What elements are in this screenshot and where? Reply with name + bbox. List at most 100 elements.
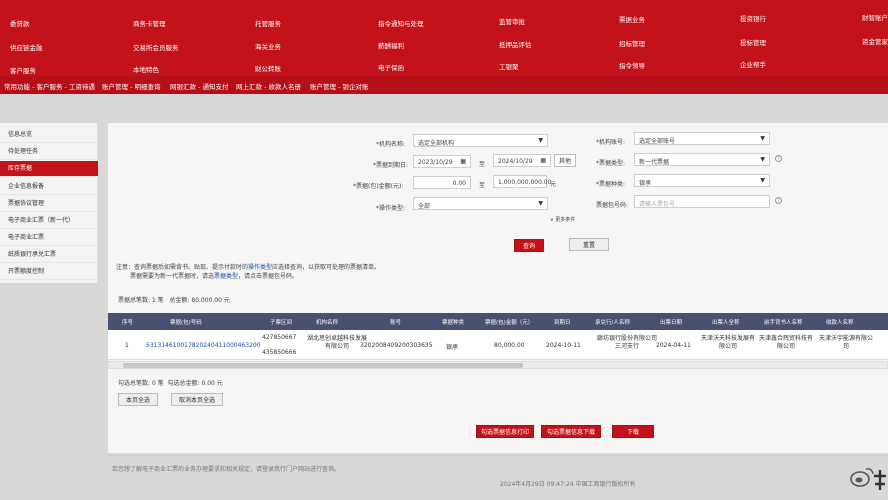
deselect-page-button[interactable]: 取消本页全选 <box>171 393 223 406</box>
operation-type-select[interactable]: 全部 ▼ <box>413 197 548 210</box>
nav-item[interactable]: 投标管理 <box>740 37 766 47</box>
bill-number-link[interactable]: 531314610017820240411000463200 <box>146 342 261 349</box>
bill-kind-select[interactable]: 银承 ▼ <box>634 174 770 187</box>
bill-kind-label: *票据种类: <box>596 181 626 188</box>
chevron-down-icon: ▼ <box>760 177 765 184</box>
nav-item[interactable]: 托管服务 <box>255 18 281 28</box>
help-icon[interactable]: ? <box>775 155 782 162</box>
sidebar-item-enterprise-report[interactable]: 企业信息报备 <box>0 179 98 195</box>
sidebar-item-paper-bills[interactable]: 纸质银行承兑汇票 <box>0 247 98 263</box>
bill-type-value: 新一代票据 <box>639 159 670 166</box>
due-date-to[interactable]: 2024/10/29 ▦ <box>493 154 551 167</box>
quick-link[interactable]: 网银汇款 - 通知支付 <box>170 81 228 91</box>
nav-item[interactable]: 委贷款 <box>10 18 30 28</box>
chevron-down-icon: ▼ <box>538 200 543 207</box>
table-row[interactable]: 1 531314610017820240411000463200 4278506… <box>108 330 888 360</box>
quick-link[interactable]: 网上汇款 - 收款人名册 <box>236 81 301 91</box>
nav-item[interactable]: 交易所会员服务 <box>133 42 179 52</box>
download-selected-info-button[interactable]: 勾选票据信息下载 <box>541 425 601 438</box>
notice-text: 注意：查询票据后如需背书、贴现、提示付款时的 <box>116 264 249 271</box>
quick-link[interactable]: 账户管理 - 明细查询 <box>102 81 160 91</box>
sidebar-item-bill-agreement[interactable]: 票据协议管理 <box>0 196 98 212</box>
footer-note: 若您想了解电子商业汇票的业务办理要求和相关规定，请登录我行门户网站进行查询。 <box>112 466 341 473</box>
help-icon[interactable]: ? <box>775 197 782 204</box>
nav-item[interactable]: 票据业务 <box>619 14 645 24</box>
main-content: *机构名称: 选定全部机构 ▼ *机构账号: 选定全部账号 ▼ *票据到期日: … <box>108 123 888 453</box>
due-date-to-value: 2024/10/29 <box>498 158 533 165</box>
quick-link[interactable]: 常用功能 - 客户服务 - 工资待遇 <box>4 81 95 91</box>
nav-item[interactable]: 客户服务 <box>10 65 36 75</box>
column-header: 票据(包)号码 <box>170 320 202 326</box>
nav-item[interactable]: 工银聚 <box>499 61 519 71</box>
sidebar-item-inventory-bills[interactable]: 库存票据 <box>0 161 98 177</box>
nav-item[interactable]: 本地特色 <box>133 64 159 74</box>
select-page-button[interactable]: 本页全选 <box>118 393 158 406</box>
scrollbar-thumb[interactable] <box>123 363 523 368</box>
column-header: 序号 <box>122 320 134 326</box>
notice-link[interactable]: 票据类型 <box>214 273 238 280</box>
sidebar-item-ecd-new[interactable]: 电子商业汇票（新一代） <box>0 213 98 229</box>
chevron-down-icon: ▼ <box>760 156 765 163</box>
org-select[interactable]: 选定全部机构 ▼ <box>413 134 548 147</box>
nav-item[interactable]: 财公转账 <box>255 63 281 73</box>
org-name-cell: 湖北思创卓越科技发展有限公司 <box>306 335 367 350</box>
row-index: 1 <box>125 342 129 349</box>
column-header: 出票人全称 <box>712 320 740 326</box>
print-selected-button[interactable]: 勾选票据信息打印 <box>476 425 534 438</box>
bill-kind-cell: 银承 <box>446 344 459 351</box>
bill-type-select[interactable]: 新一代票据 ▼ <box>634 153 770 166</box>
acceptor-cell: 廊坊银行股份有限公司三河支行 <box>596 335 657 350</box>
nav-item[interactable]: 监管审批 <box>499 16 525 26</box>
due-date-from[interactable]: 2023/10/29 ▦ <box>413 155 471 168</box>
total-label: 总金额: <box>169 297 190 304</box>
nav-item[interactable]: 指令通知与处理 <box>378 18 424 28</box>
nav-item[interactable]: 电子保函 <box>378 62 404 72</box>
reset-button[interactable]: 重置 <box>569 238 609 251</box>
nav-item[interactable]: 抵押品评估 <box>499 39 532 49</box>
nav-item[interactable]: 供应链金融 <box>10 42 43 52</box>
nav-item[interactable]: 指令领导 <box>619 60 645 70</box>
notice-line-2: 票据需要为新一代票据时，请选票据类型，请点击票据包号码。 <box>130 271 298 280</box>
sidebar: 信息总览 待处理任务 库存票据 企业信息报备 票据协议管理 电子商业汇票（新一代… <box>0 123 98 283</box>
notice-line-1: 注意：查询票据后如需背书、贴现、提示付款时的操作类型应选择查询，以获取可处理的票… <box>116 262 380 271</box>
due-date-from-value: 2023/10/29 <box>418 159 453 166</box>
nav-item[interactable]: 资金管家 <box>862 36 888 46</box>
sidebar-item-limit-control[interactable]: 开票额度控制 <box>0 264 98 280</box>
sidebar-item-overview[interactable]: 信息总览 <box>0 127 98 143</box>
total-value: 80,000.00 元 <box>191 297 230 304</box>
quick-links-bar: 常用功能 - 客户服务 - 工资待遇 账户管理 - 明细查询 网银汇款 - 通知… <box>0 76 888 94</box>
more-conditions-label: 更多条件 <box>555 217 576 223</box>
account-label: *机构账号: <box>596 139 626 146</box>
notice-link[interactable]: 操作类型 <box>248 264 272 271</box>
download-button[interactable]: 下载 <box>612 425 654 438</box>
count-value: 1 笔 <box>151 297 164 304</box>
amount-label: *票据(包)金额(元): <box>353 183 404 190</box>
selected-amount-value: 0.00 元 <box>201 380 223 387</box>
amount-from-input[interactable]: 0.00 <box>413 176 471 189</box>
table-scrollbar[interactable] <box>108 361 888 369</box>
bill-number-input[interactable]: 请输入票包号 <box>634 195 770 208</box>
column-header: 到期日 <box>554 320 571 326</box>
nav-item[interactable]: 企业帮手 <box>740 59 766 69</box>
date-other-button[interactable]: 其他 <box>554 154 576 167</box>
query-button[interactable]: 查询 <box>514 239 544 252</box>
account-select[interactable]: 选定全部账号 ▼ <box>634 132 770 145</box>
notice-text: 应选择查询，以获取可处理的票据清单。 <box>272 264 381 271</box>
nav-item[interactable]: 招标管理 <box>619 38 645 48</box>
nav-item[interactable]: 财智账户 <box>862 12 888 22</box>
nav-item[interactable]: 薪酬福利 <box>378 40 404 50</box>
org-select-value: 选定全部机构 <box>418 140 455 147</box>
sidebar-item-ecd[interactable]: 电子商业汇票 <box>0 230 98 246</box>
selected-count-label: 勾选总笔数: <box>118 380 151 387</box>
bill-number-label: 票据包号码: <box>596 202 629 209</box>
sidebar-item-pending-tasks[interactable]: 待处理任务 <box>0 144 98 160</box>
chevron-down-icon: ▼ <box>760 135 765 142</box>
operation-type-value: 全部 <box>418 203 431 210</box>
count-label: 票据总笔数: <box>118 297 151 304</box>
nav-item[interactable]: 商务卡管理 <box>133 18 166 28</box>
quick-link[interactable]: 账户管理 - 银企对账 <box>310 81 368 91</box>
more-conditions-toggle[interactable]: ∨ 更多条件 <box>550 216 575 223</box>
amount-to-input[interactable]: 1,000,000,000.00 <box>493 175 551 188</box>
nav-item[interactable]: 投资银行 <box>740 13 766 23</box>
nav-item[interactable]: 海关业务 <box>255 41 281 51</box>
